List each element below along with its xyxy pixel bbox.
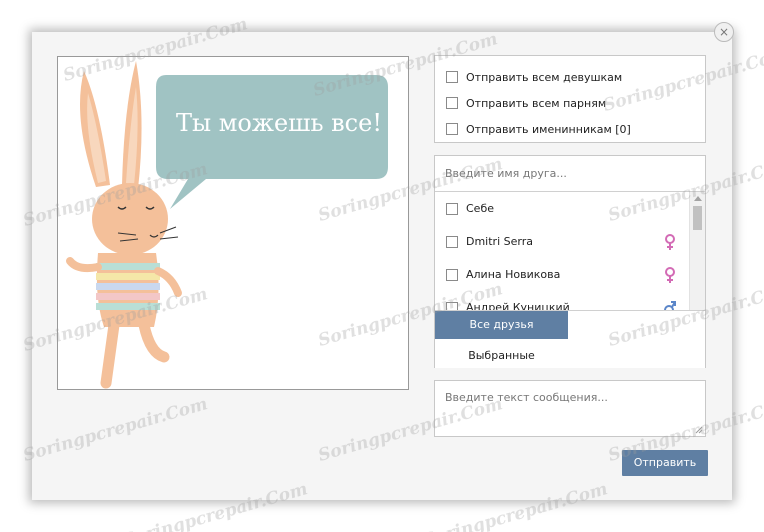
- checkbox[interactable]: [446, 123, 458, 135]
- send-option-boys[interactable]: Отправить всем парням: [435, 90, 705, 116]
- friend-search-input[interactable]: Введите имя друга...: [435, 156, 705, 192]
- female-icon: [665, 266, 675, 283]
- tab-selected[interactable]: Выбранные: [435, 342, 568, 370]
- tab-all-friends[interactable]: Все друзья: [435, 311, 568, 339]
- list-item[interactable]: Андрей Куницкий: [435, 291, 705, 310]
- checkbox[interactable]: [446, 202, 458, 215]
- checkbox[interactable]: [446, 97, 458, 109]
- send-option-girls[interactable]: Отправить всем девушкам: [435, 64, 705, 90]
- friends-panel: Введите имя друга... Себе Dmitri Serra А…: [434, 155, 706, 368]
- list-item[interactable]: Dmitri Serra: [435, 225, 705, 258]
- friend-filter-tabs: Все друзья Выбранные: [435, 310, 705, 368]
- friend-list-scrollbar[interactable]: [689, 192, 705, 310]
- send-option-label: Отправить всем парням: [466, 96, 607, 110]
- message-placeholder: Введите текст сообщения...: [445, 391, 608, 404]
- message-input[interactable]: Введите текст сообщения...: [434, 380, 706, 437]
- send-options-panel: Отправить всем девушкам Отправить всем п…: [434, 55, 706, 143]
- bunny-illustration: [66, 61, 388, 389]
- close-icon[interactable]: ×: [714, 22, 734, 42]
- send-option-birthdays[interactable]: Отправить именинникам [0]: [435, 116, 705, 142]
- scroll-up-icon[interactable]: [694, 196, 702, 201]
- card-greeting-text: Ты можешь все!: [176, 109, 382, 137]
- scrollbar-thumb[interactable]: [693, 206, 702, 230]
- checkbox[interactable]: [446, 268, 458, 281]
- postcard-image: Ты можешь все!: [57, 56, 409, 390]
- checkbox[interactable]: [446, 301, 458, 310]
- male-icon: [664, 300, 676, 310]
- send-option-label: Отправить именинникам [0]: [466, 122, 631, 136]
- checkbox[interactable]: [446, 235, 458, 248]
- list-item[interactable]: Алина Новикова: [435, 258, 705, 291]
- female-icon: [665, 233, 675, 250]
- resize-grip-icon[interactable]: [695, 426, 703, 434]
- friend-name: Себе: [466, 202, 494, 215]
- friend-list[interactable]: Себе Dmitri Serra Алина Новикова Андрей …: [435, 192, 705, 310]
- list-item[interactable]: Себе: [435, 192, 705, 225]
- send-button[interactable]: Отправить: [622, 450, 708, 476]
- send-option-label: Отправить всем девушкам: [466, 70, 623, 84]
- checkbox[interactable]: [446, 71, 458, 83]
